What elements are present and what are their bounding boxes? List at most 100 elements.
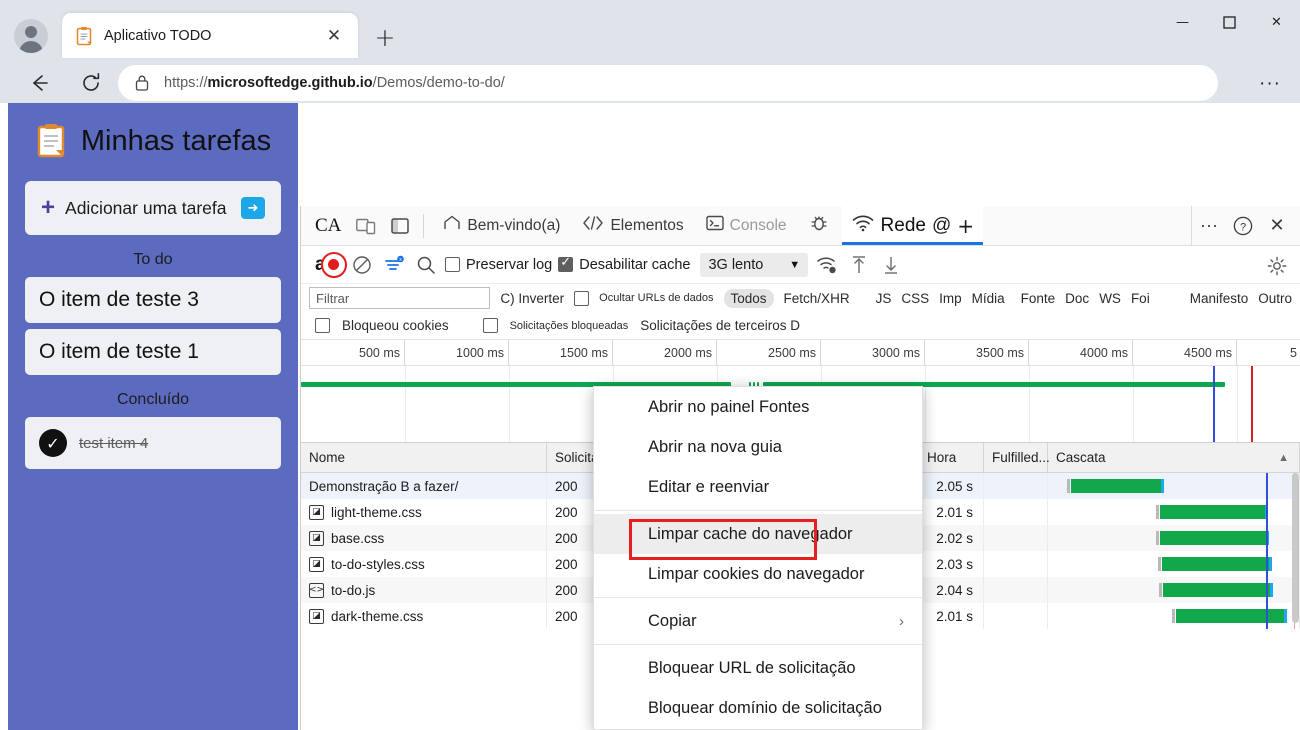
cell-time: 2.05 s (919, 473, 984, 499)
tab-debug[interactable] (800, 206, 838, 245)
menu-item-label: Copiar (648, 611, 697, 630)
code-brackets-icon (582, 216, 604, 235)
filter-type-js[interactable]: JS (876, 291, 892, 306)
menu-item-abrir-painel-fontes[interactable]: Abrir no painel Fontes (594, 387, 922, 427)
address-bar[interactable]: https://microsoftedge.github.io/Demos/de… (118, 65, 1218, 101)
browser-more-icon[interactable]: ··· (1254, 71, 1286, 97)
cell-time: 2.02 s (919, 525, 984, 551)
add-tab-icon[interactable]: + (957, 214, 974, 238)
task-text: O item de teste 3 (39, 288, 199, 311)
grid-line (405, 366, 406, 442)
tick-label: 2500 ms (717, 340, 821, 365)
stylesheet-icon: ◪ (309, 530, 324, 546)
close-devtools-icon[interactable]: ✕ (1260, 209, 1294, 243)
vertical-scrollbar[interactable] (1292, 473, 1299, 623)
menu-item-limpar-cache[interactable]: Limpar cache do navegador (594, 514, 922, 554)
export-har-icon[interactable] (878, 252, 904, 278)
minimize-icon[interactable]: — (1159, 0, 1206, 45)
menu-item-bloquear-dominio[interactable]: Bloquear domínio de solicitação (594, 688, 922, 728)
column-header-nome[interactable]: Nome (301, 443, 547, 472)
disable-cache-checkbox[interactable] (558, 255, 574, 272)
filter-type-fonte[interactable]: Fonte (1021, 291, 1056, 306)
tab-elementos[interactable]: Elementos (573, 206, 692, 245)
search-icon[interactable] (413, 252, 439, 278)
filter-type-foi[interactable]: Foi (1131, 291, 1150, 306)
waterfall-bar (1155, 505, 1269, 519)
invert-label[interactable]: C) Inverter (500, 291, 564, 306)
enter-arrow-icon[interactable]: ➜ (241, 197, 265, 219)
browser-window: Aplicativo TODO ✕ + — ✕ https://microsof… (0, 0, 1300, 730)
column-header-cascata[interactable]: Cascata ▲ (1048, 443, 1300, 472)
menu-item-limpar-cookies[interactable]: Limpar cookies do navegador (594, 554, 922, 594)
blocked-cookies-label: Bloqueou cookies (342, 318, 449, 333)
close-window-icon[interactable]: ✕ (1253, 0, 1300, 45)
network-toolbar: as x (301, 246, 1300, 284)
menu-separator (594, 644, 922, 645)
menu-item-abrir-nova-guia[interactable]: Abrir na nova guia (594, 427, 922, 467)
device-toolbar-icon[interactable] (353, 213, 379, 239)
record-stop-button[interactable]: as (309, 250, 347, 280)
add-task-input[interactable]: + Adicionar uma tarefa ➜ (25, 181, 281, 235)
network-filter-bar-2: Bloqueou cookies Solicitações bloqueadas… (301, 312, 1300, 340)
filter-type-fetchxhr[interactable]: Fetch/XHR (784, 291, 850, 306)
tab-bem-vindo[interactable]: Bem-vindo(a) (434, 206, 569, 245)
filter-type-outro[interactable]: Outro (1258, 291, 1292, 306)
section-label-done: Concluído (116, 391, 190, 408)
profile-avatar[interactable] (14, 19, 48, 53)
dock-panel-icon[interactable] (387, 213, 413, 239)
import-har-icon[interactable] (846, 252, 872, 278)
console-icon (705, 215, 724, 236)
close-icon[interactable]: ✕ (322, 24, 346, 48)
filter-type-doc[interactable]: Doc (1065, 291, 1089, 306)
page-title: Minhas tarefas (80, 124, 272, 157)
tick-label: 1000 ms (405, 340, 509, 365)
cell-fulfilled (984, 473, 1048, 499)
filter-icon[interactable]: x (381, 252, 407, 278)
filter-type-manifesto[interactable]: Manifesto (1190, 291, 1249, 306)
menu-item-editar-reenviar[interactable]: Editar e reenviar (594, 467, 922, 507)
home-icon (443, 215, 461, 236)
back-icon[interactable] (22, 66, 56, 100)
menu-item-copiar[interactable]: Copiar › (594, 601, 922, 641)
cell-time: 2.04 s (919, 577, 984, 603)
network-conditions-icon[interactable] (814, 252, 840, 278)
filter-type-imp[interactable]: Imp (939, 291, 962, 306)
tab-rede[interactable]: Rede @ + (841, 206, 984, 245)
list-item[interactable]: O item de teste 3 (25, 277, 281, 323)
blocked-cookies-checkbox[interactable] (315, 318, 330, 333)
check-icon[interactable]: ✓ (39, 429, 67, 457)
preserve-log-checkbox[interactable] (445, 257, 460, 272)
help-icon[interactable]: ? (1226, 209, 1260, 243)
tab-label: Rede (880, 214, 926, 236)
stylesheet-icon: ◪ (309, 504, 324, 520)
blocked-requests-checkbox[interactable] (482, 318, 498, 333)
devtools-tab-list: Bem-vindo(a) Elementos Console Rede @ + (424, 206, 984, 245)
todo-header: Minhas tarefas (8, 103, 298, 159)
throttle-value: 3G lento (708, 256, 764, 273)
cell-waterfall (1048, 551, 1300, 577)
hide-data-urls-checkbox[interactable] (574, 290, 590, 306)
clear-icon[interactable] (349, 252, 375, 278)
column-header-hora[interactable]: Hora (919, 443, 984, 472)
reload-icon[interactable] (74, 66, 108, 100)
maximize-icon[interactable] (1206, 0, 1253, 45)
grid-line (1029, 366, 1030, 442)
new-tab-button[interactable]: + (370, 22, 400, 52)
menu-item-bloquear-url[interactable]: Bloquear URL de solicitação (594, 648, 922, 688)
cell-name: <> to-do.js (301, 577, 547, 603)
inspect-icon[interactable]: CA (311, 215, 345, 237)
filter-type-todos[interactable]: Todos (723, 288, 774, 308)
filter-input[interactable]: Filtrar (309, 287, 491, 309)
list-item[interactable]: O item de teste 1 (25, 329, 281, 375)
filter-type-ws[interactable]: WS (1099, 291, 1121, 306)
column-header-fulfilled[interactable]: Fulfilled... (984, 443, 1050, 472)
more-options-icon[interactable]: ··· (1192, 209, 1226, 243)
filter-type-css[interactable]: CSS (901, 291, 929, 306)
throttle-dropdown[interactable]: 3G lento ▼ (700, 252, 809, 277)
filter-type-midia[interactable]: Mídia (972, 291, 1005, 306)
browser-tab[interactable]: Aplicativo TODO ✕ (62, 13, 358, 58)
list-item[interactable]: ✓ test item 4 (25, 417, 281, 469)
tab-console[interactable]: Console (697, 206, 796, 245)
gear-icon[interactable] (1264, 253, 1290, 279)
request-name: to-do.js (331, 582, 376, 598)
